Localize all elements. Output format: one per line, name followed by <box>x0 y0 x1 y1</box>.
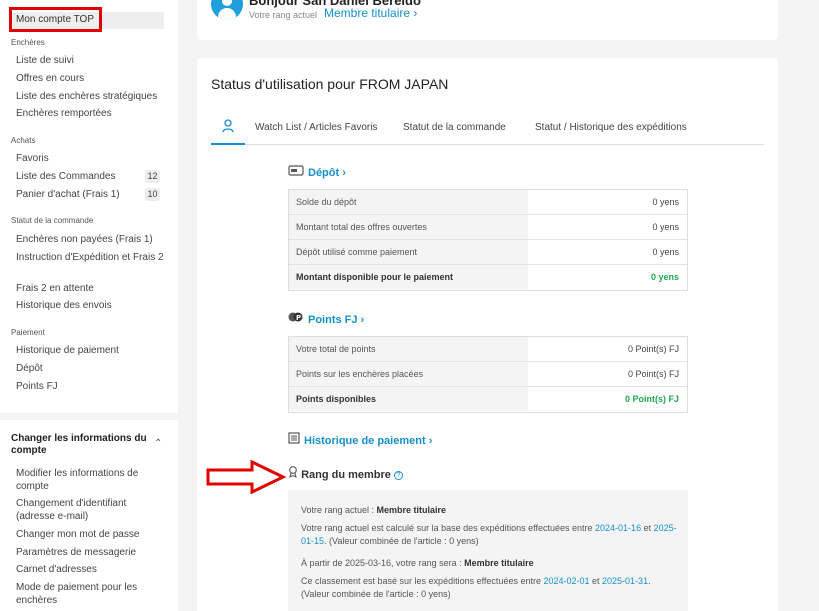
sidebar-item-strategiques[interactable]: Liste des enchères stratégiques <box>16 90 166 103</box>
points-table: Votre total de points 0 Point(s) FJ Point… <box>288 336 688 413</box>
red-arrow-annotation <box>206 460 286 494</box>
date-link[interactable]: 2024-02-01 <box>543 576 589 586</box>
payment-history-link[interactable]: Historique de paiement › <box>288 432 432 447</box>
sidebar-item-panier[interactable]: Panier d'achat (Frais 1) <box>16 188 166 201</box>
table-row: Points disponibles 0 Point(s) FJ <box>289 387 687 412</box>
tab-shipping-history[interactable]: Statut / Historique des expéditions <box>535 122 687 133</box>
coins-icon: P <box>288 311 304 326</box>
rank-label: Votre rang actuel <box>249 10 318 20</box>
account-section-title[interactable]: Changer les informations du compte <box>11 433 151 457</box>
sidebar-item-messagerie[interactable]: Paramètres de messagerie <box>16 546 166 559</box>
info-icon[interactable]: ? <box>393 471 403 480</box>
document-icon <box>288 432 300 447</box>
tab-watchlist[interactable]: Watch List / Articles Favoris <box>255 122 377 133</box>
sidebar-item-identifiant[interactable]: Changement d'identifiant (adresse e-mail… <box>16 497 166 523</box>
deposit-table: Solde du dépôt 0 yens Montant total des o… <box>288 189 688 291</box>
table-row: Montant disponible pour le paiement 0 yen… <box>289 265 687 290</box>
wallet-icon <box>288 165 304 179</box>
sidebar-item-favoris[interactable]: Favoris <box>16 152 166 165</box>
sidebar-item-historique-envois[interactable]: Historique des envois <box>16 299 166 312</box>
table-row: Solde du dépôt 0 yens <box>289 190 687 215</box>
sidebar-item-mot-de-passe[interactable]: Changer mon mot de passe <box>16 528 166 541</box>
sidebar-item-non-payees[interactable]: Enchères non payées (Frais 1) <box>16 233 166 246</box>
sidebar-item-modifier-infos[interactable]: Modifier les informations de compte <box>16 467 166 493</box>
section-title-achats: Achats <box>11 136 36 145</box>
deposit-link[interactable]: Dépôt › <box>288 165 346 179</box>
sidebar-item-offres[interactable]: Offres en cours <box>16 72 166 85</box>
sidebar-item-frais-attente[interactable]: Frais 2 en attente <box>16 282 166 295</box>
sidebar-item-commandes[interactable]: Liste des Commandes <box>16 170 166 183</box>
sidebar-item-historique-paiement[interactable]: Historique de paiement <box>16 344 166 357</box>
header-card: Bonjour San Daniel Bereido Votre rang ac… <box>197 0 778 40</box>
table-row: Points sur les enchères placées 0 Point(s… <box>289 362 687 387</box>
user-icon <box>222 119 234 133</box>
points-link[interactable]: P Points FJ › <box>288 311 364 326</box>
section-title-paiement: Paiement <box>11 328 45 337</box>
main-card: Status d'utilisation pour FROM JAPAN Wat… <box>197 58 778 611</box>
sidebar-item-liste-suivi[interactable]: Liste de suivi <box>16 54 166 67</box>
page-title: Status d'utilisation pour FROM JAPAN <box>211 76 449 92</box>
tab-bar: Watch List / Articles Favoris Statut de … <box>211 114 764 145</box>
sidebar-item-depot[interactable]: Dépôt <box>16 362 166 375</box>
date-link[interactable]: 2025-01-31 <box>602 576 648 586</box>
sidebar-item-mode-paiement[interactable]: Mode de paiement pour les enchères <box>16 581 166 607</box>
rank-link[interactable]: Membre titulaire › <box>324 6 417 20</box>
tab-order-status[interactable]: Statut de la commande <box>403 122 506 133</box>
table-row: Votre total de points 0 Point(s) FJ <box>289 337 687 362</box>
section-title-encheres: Enchères <box>11 38 45 47</box>
tab-account[interactable] <box>211 114 245 145</box>
svg-text:P: P <box>296 314 301 322</box>
table-row: Montant total des offres ouvertes 0 yens <box>289 215 687 240</box>
highlight-box-top-link <box>9 7 102 32</box>
member-rank-heading: Rang du membre? <box>288 466 403 481</box>
chevron-up-icon[interactable]: ⌃ <box>154 438 162 449</box>
avatar-icon <box>211 0 243 20</box>
sidebar-item-adresses[interactable]: Carnet d'adresses <box>16 563 166 576</box>
count-badge-orders: 12 <box>145 170 160 183</box>
date-link[interactable]: 2024-01-16 <box>595 523 641 533</box>
section-title-statut: Statut de la commande <box>11 216 94 225</box>
sidebar-item-instruction[interactable]: Instruction d'Expédition et Frais 2 <box>16 251 166 264</box>
sidebar-item-points[interactable]: Points FJ <box>16 380 166 393</box>
sidebar-item-remportees[interactable]: Enchères remportées <box>16 107 166 120</box>
rank-info-box: Votre rang actuel : Membre titulaire Vot… <box>288 490 688 611</box>
award-icon <box>288 466 298 481</box>
table-row: Dépôt utilisé comme paiement 0 yens <box>289 240 687 265</box>
count-badge-cart: 10 <box>145 188 160 201</box>
